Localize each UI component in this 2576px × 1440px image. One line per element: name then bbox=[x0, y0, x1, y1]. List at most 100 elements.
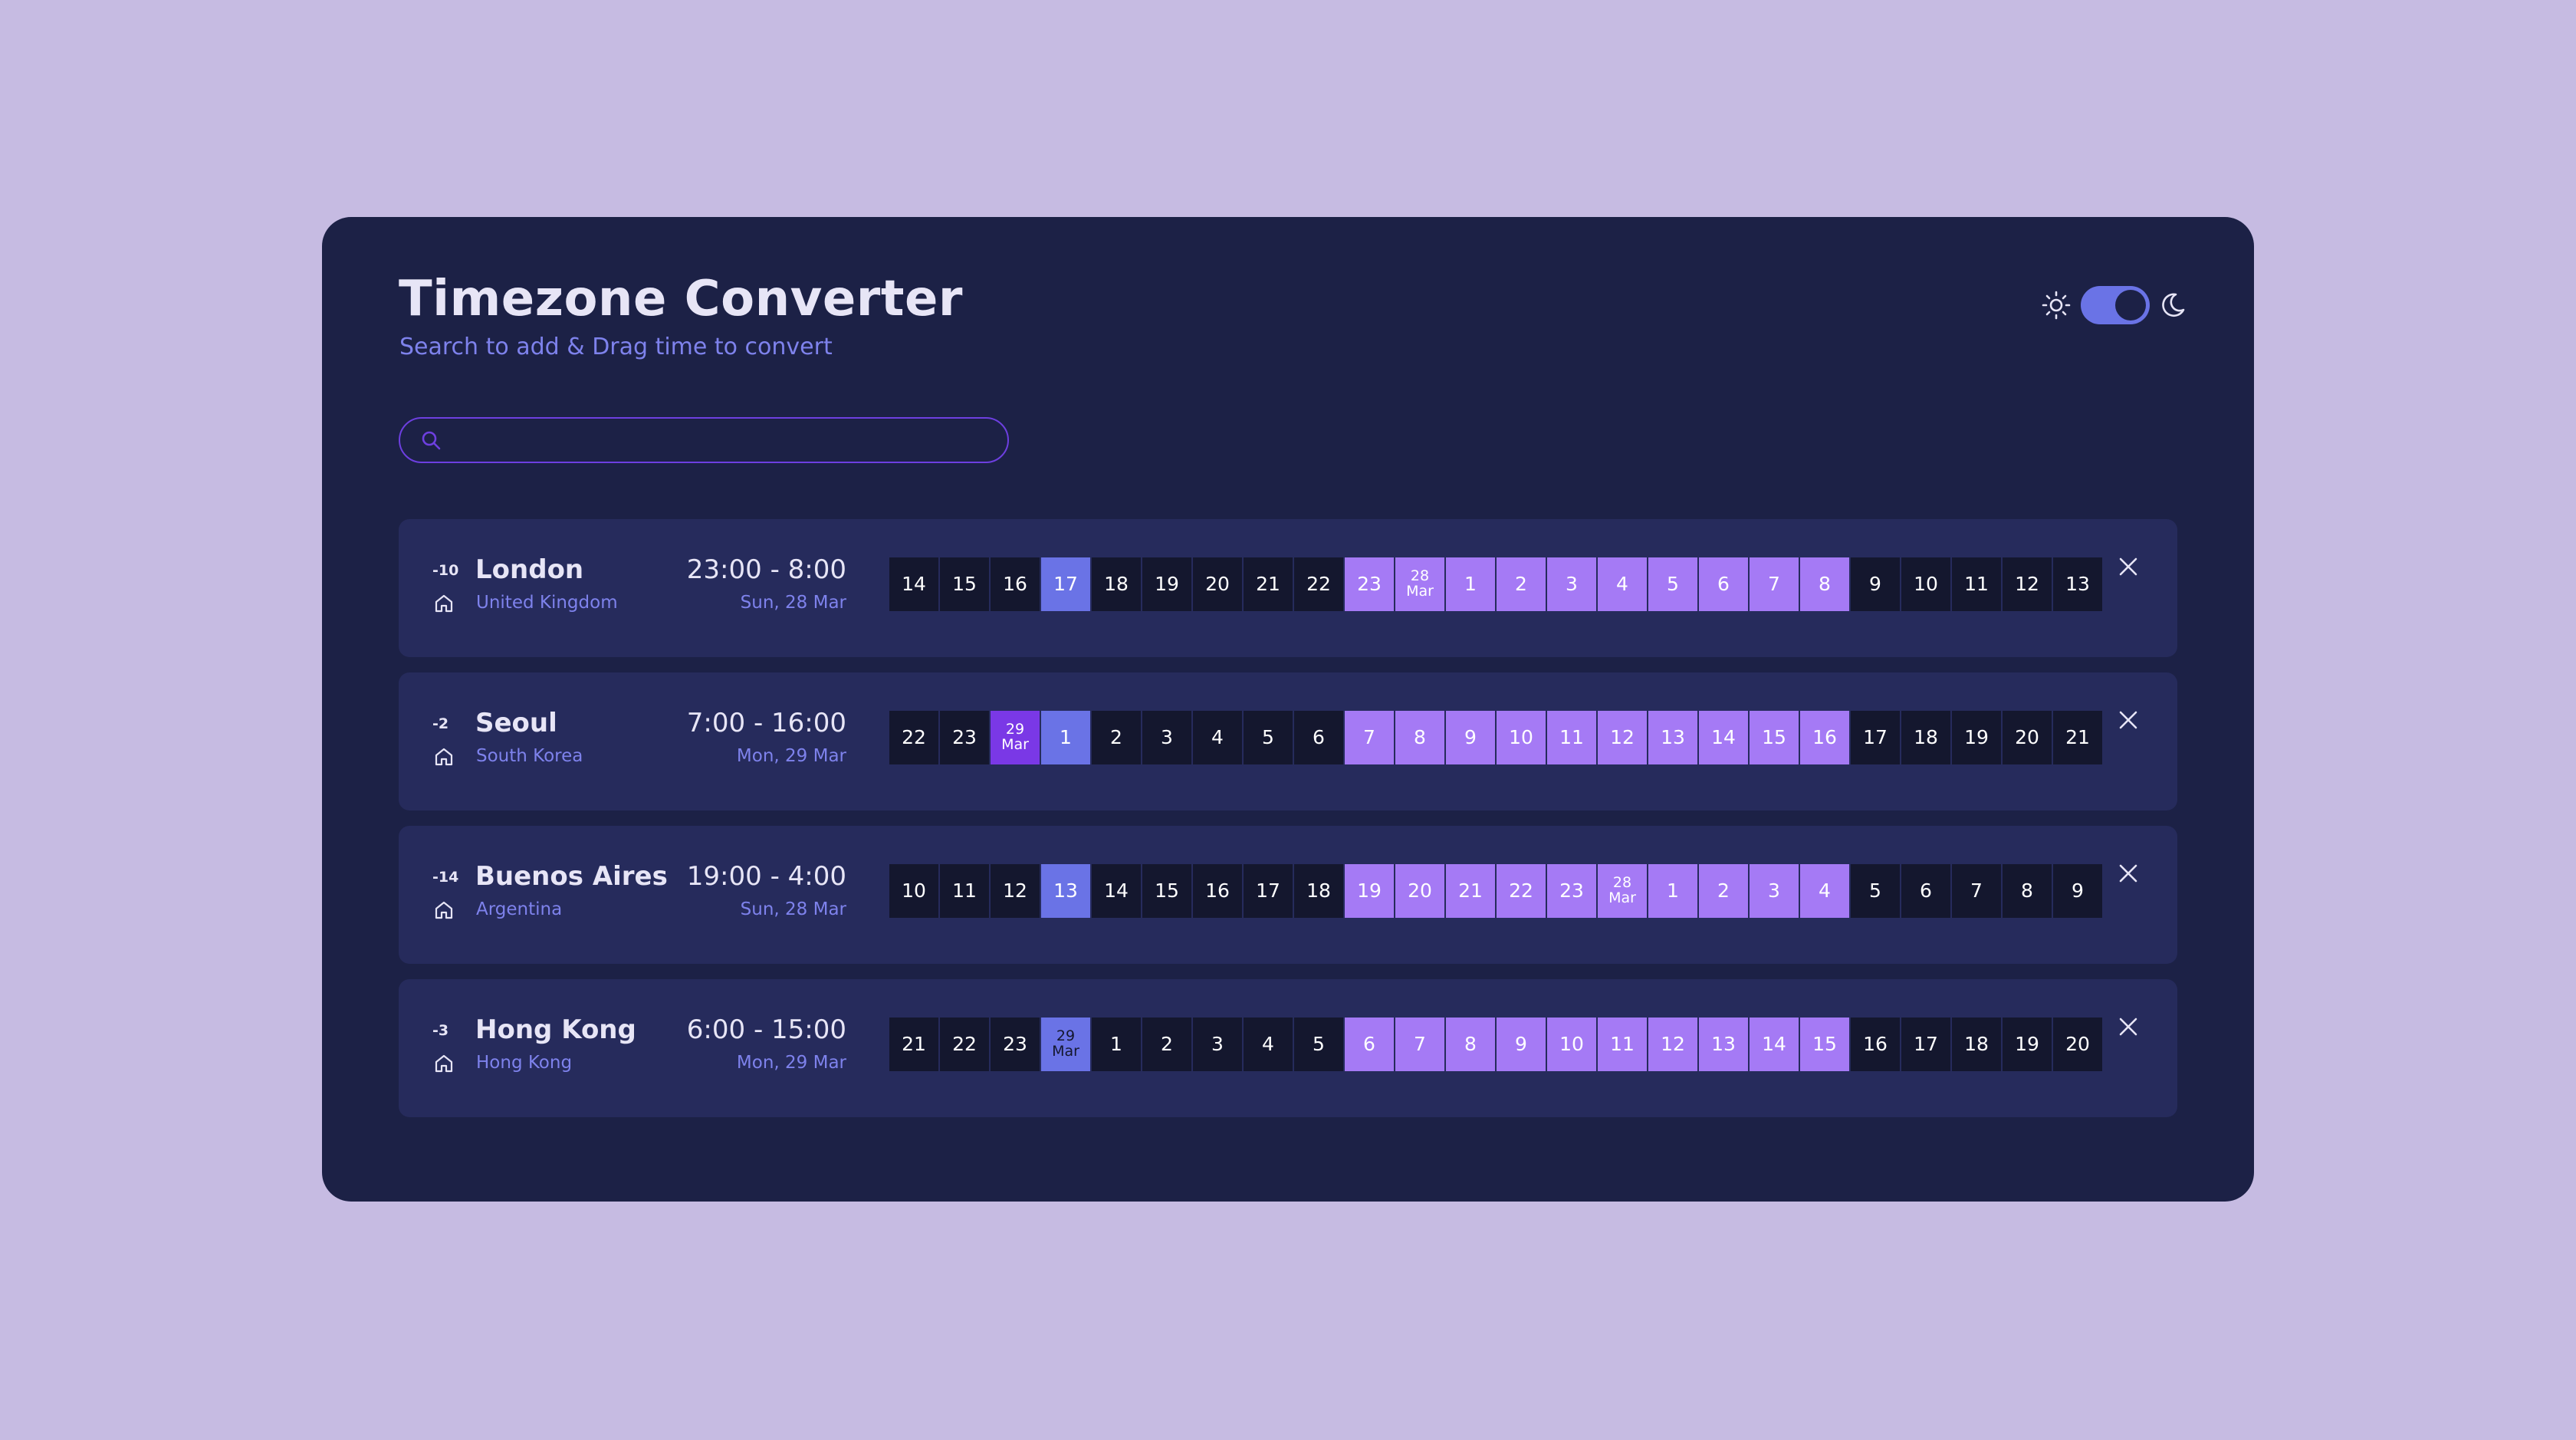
hour-cell[interactable]: 18 bbox=[1901, 711, 1950, 764]
hour-cell[interactable]: 12 bbox=[1598, 711, 1647, 764]
hour-cell[interactable]: 7 bbox=[1395, 1018, 1444, 1071]
hour-cell[interactable]: 16 bbox=[991, 557, 1040, 611]
hour-cell[interactable]: 22 bbox=[940, 1018, 989, 1071]
hour-cell-day-start[interactable]: 29 Mar bbox=[1041, 1018, 1090, 1071]
hour-cell[interactable]: 20 bbox=[1193, 557, 1242, 611]
hour-cell[interactable]: 22 bbox=[889, 711, 938, 764]
hour-cell[interactable]: 7 bbox=[1750, 557, 1799, 611]
hour-cell[interactable]: 22 bbox=[1497, 864, 1546, 918]
hour-cell[interactable]: 5 bbox=[1851, 864, 1900, 918]
hour-cell[interactable]: 21 bbox=[2053, 711, 2102, 764]
hour-cell[interactable]: 14 bbox=[889, 557, 938, 611]
hour-cell[interactable]: 9 bbox=[2053, 864, 2102, 918]
close-icon[interactable] bbox=[2113, 858, 2144, 889]
hour-cell[interactable]: 2 bbox=[1092, 711, 1141, 764]
hour-cell[interactable]: 2 bbox=[1699, 864, 1748, 918]
close-icon[interactable] bbox=[2113, 705, 2144, 735]
hour-cell[interactable]: 9 bbox=[1851, 557, 1900, 611]
hour-cell[interactable]: 19 bbox=[1952, 711, 2001, 764]
hour-cell[interactable]: 6 bbox=[1901, 864, 1950, 918]
hour-cell[interactable]: 15 bbox=[1142, 864, 1191, 918]
hour-cell[interactable]: 13 bbox=[1648, 711, 1697, 764]
hour-cell[interactable]: 8 bbox=[1395, 711, 1444, 764]
hour-cell[interactable]: 12 bbox=[991, 864, 1040, 918]
hour-cell[interactable]: 14 bbox=[1750, 1018, 1799, 1071]
hour-cell[interactable]: 1 bbox=[1041, 711, 1090, 764]
hour-cell[interactable]: 10 bbox=[1901, 557, 1950, 611]
hour-cell[interactable]: 2 bbox=[1497, 557, 1546, 611]
hour-cell[interactable]: 21 bbox=[889, 1018, 938, 1071]
hour-cell[interactable]: 18 bbox=[1952, 1018, 2001, 1071]
hour-cell[interactable]: 4 bbox=[1800, 864, 1849, 918]
hour-cell[interactable]: 1 bbox=[1648, 864, 1697, 918]
hour-cell[interactable]: 9 bbox=[1497, 1018, 1546, 1071]
hour-cell[interactable]: 20 bbox=[2003, 711, 2052, 764]
search-input[interactable] bbox=[452, 426, 1007, 454]
theme-switch[interactable] bbox=[2081, 286, 2150, 324]
hour-cell[interactable]: 13 bbox=[2053, 557, 2102, 611]
hour-cell[interactable]: 1 bbox=[1446, 557, 1495, 611]
hour-cell-day-start[interactable]: 28 Mar bbox=[1598, 864, 1647, 918]
hour-cell[interactable]: 5 bbox=[1648, 557, 1697, 611]
close-icon[interactable] bbox=[2113, 551, 2144, 582]
hour-cell[interactable]: 23 bbox=[1345, 557, 1394, 611]
hour-cell[interactable]: 11 bbox=[940, 864, 989, 918]
hour-strip[interactable]: 14 15 16 17 18 19 20 21 22 23 28 Mar 1 2 3 4 5 6 7 8 9 10 11 12… bbox=[889, 557, 2102, 611]
hour-cell[interactable]: 11 bbox=[1952, 557, 2001, 611]
hour-cell[interactable]: 3 bbox=[1193, 1018, 1242, 1071]
hour-cell[interactable]: 12 bbox=[1648, 1018, 1697, 1071]
hour-cell[interactable]: 21 bbox=[1446, 864, 1495, 918]
hour-cell[interactable]: 14 bbox=[1699, 711, 1748, 764]
hour-cell[interactable]: 3 bbox=[1750, 864, 1799, 918]
hour-cell[interactable]: 17 bbox=[1244, 864, 1293, 918]
hour-cell[interactable]: 4 bbox=[1244, 1018, 1293, 1071]
hour-cell[interactable]: 13 bbox=[1699, 1018, 1748, 1071]
hour-cell[interactable]: 4 bbox=[1598, 557, 1647, 611]
hour-cell[interactable]: 10 bbox=[889, 864, 938, 918]
hour-cell[interactable]: 8 bbox=[2003, 864, 2052, 918]
hour-cell[interactable]: 19 bbox=[2003, 1018, 2052, 1071]
hour-cell-day-start[interactable]: 28 Mar bbox=[1395, 557, 1444, 611]
hour-cell[interactable]: 4 bbox=[1193, 711, 1242, 764]
hour-cell[interactable]: 21 bbox=[1244, 557, 1293, 611]
hour-cell[interactable]: 5 bbox=[1244, 711, 1293, 764]
hour-strip[interactable]: 10 11 12 13 14 15 16 17 18 19 20 21 22 23 28 Mar 1 2 3 4 5 6 7… bbox=[889, 864, 2102, 918]
hour-cell[interactable]: 5 bbox=[1294, 1018, 1343, 1071]
hour-cell[interactable]: 10 bbox=[1547, 1018, 1596, 1071]
hour-strip[interactable]: 21 22 23 29 Mar 1 2 3 4 5 6 7 8 9 10 11 12 13 14 15 16 17 18 19… bbox=[889, 1018, 2102, 1071]
hour-cell[interactable]: 19 bbox=[1142, 557, 1191, 611]
hour-cell[interactable]: 11 bbox=[1598, 1018, 1647, 1071]
hour-cell[interactable]: 17 bbox=[1851, 711, 1900, 764]
hour-cell[interactable]: 1 bbox=[1092, 1018, 1141, 1071]
hour-cell[interactable]: 15 bbox=[1750, 711, 1799, 764]
hour-cell[interactable]: 12 bbox=[2003, 557, 2052, 611]
hour-strip[interactable]: 22 23 29 Mar 1 2 3 4 5 6 7 8 9 10 11 12 13 14 15 16 17 18 19 20… bbox=[889, 711, 2102, 764]
hour-cell[interactable]: 3 bbox=[1142, 711, 1191, 764]
hour-cell[interactable]: 23 bbox=[940, 711, 989, 764]
close-icon[interactable] bbox=[2113, 1011, 2144, 1042]
hour-cell-day-start[interactable]: 29 Mar bbox=[991, 711, 1040, 764]
hour-cell[interactable]: 6 bbox=[1345, 1018, 1394, 1071]
hour-cell[interactable]: 10 bbox=[1497, 711, 1546, 764]
hour-cell[interactable]: 17 bbox=[1901, 1018, 1950, 1071]
hour-cell[interactable]: 8 bbox=[1800, 557, 1849, 611]
hour-cell[interactable]: 15 bbox=[1800, 1018, 1849, 1071]
hour-cell[interactable]: 16 bbox=[1193, 864, 1242, 918]
hour-cell[interactable]: 8 bbox=[1446, 1018, 1495, 1071]
hour-cell[interactable]: 17 bbox=[1041, 557, 1090, 611]
hour-cell[interactable]: 2 bbox=[1142, 1018, 1191, 1071]
hour-cell[interactable]: 16 bbox=[1800, 711, 1849, 764]
hour-cell[interactable]: 9 bbox=[1446, 711, 1495, 764]
hour-cell[interactable]: 20 bbox=[2053, 1018, 2102, 1071]
hour-cell[interactable]: 15 bbox=[940, 557, 989, 611]
hour-cell[interactable]: 23 bbox=[991, 1018, 1040, 1071]
hour-cell[interactable]: 22 bbox=[1294, 557, 1343, 611]
hour-cell[interactable]: 20 bbox=[1395, 864, 1444, 918]
hour-cell[interactable]: 19 bbox=[1345, 864, 1394, 918]
hour-cell[interactable]: 6 bbox=[1294, 711, 1343, 764]
hour-cell[interactable]: 18 bbox=[1294, 864, 1343, 918]
hour-cell[interactable]: 13 bbox=[1041, 864, 1090, 918]
hour-cell[interactable]: 11 bbox=[1547, 711, 1596, 764]
hour-cell[interactable]: 7 bbox=[1952, 864, 2001, 918]
hour-cell[interactable]: 18 bbox=[1092, 557, 1141, 611]
